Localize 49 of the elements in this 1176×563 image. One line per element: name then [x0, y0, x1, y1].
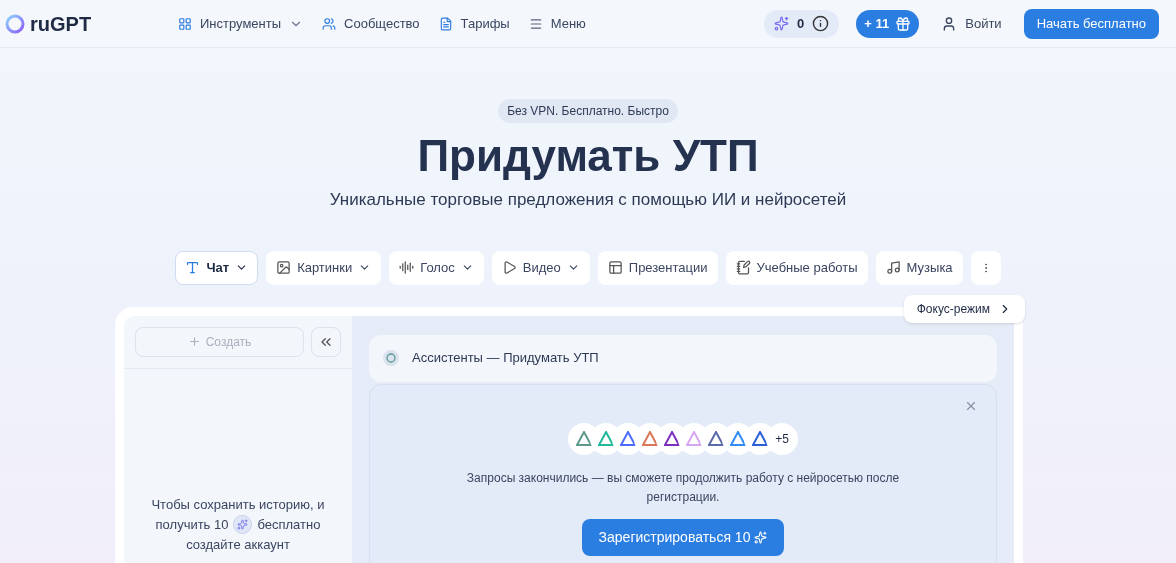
- focus-mode-button[interactable]: Фокус-режим: [903, 294, 1025, 323]
- tagline-badge: Без VPN. Бесплатно. Быстро: [498, 99, 678, 123]
- page-subtitle: Уникальные торговые предложения с помощью ИИ и нейросетей: [329, 189, 847, 211]
- more-models-count: +5: [766, 422, 798, 455]
- page-title: Придумать УТП: [417, 130, 759, 182]
- tool-icon: [399, 260, 415, 275]
- nav-icon: [178, 16, 192, 31]
- tool-icon: [607, 260, 623, 275]
- nav-link[interactable]: Сообщество: [322, 13, 420, 34]
- sparkle-icon: [774, 16, 790, 31]
- logo-icon: [5, 13, 25, 34]
- tool-tab[interactable]: Картинки: [266, 250, 382, 285]
- nav-icon: [322, 16, 337, 31]
- tool-icon: [735, 260, 751, 275]
- nav-link[interactable]: Меню: [528, 13, 586, 34]
- info-icon: [812, 15, 830, 32]
- collapse-sidebar-button[interactable]: [311, 326, 341, 357]
- account-note: бесплатно: [257, 515, 321, 534]
- balance-pill[interactable]: 0: [764, 9, 840, 38]
- tool-icon: [276, 260, 292, 275]
- tool-tab[interactable]: Презентации: [597, 250, 718, 285]
- account-note: создайте аккаунт: [186, 535, 290, 554]
- nav-icon: [438, 16, 453, 31]
- tool-icon: [885, 260, 901, 275]
- gift-icon: [895, 15, 912, 32]
- assistant-title: Ассистенты — Придумать УТП: [412, 349, 599, 368]
- account-note: получить 10: [155, 515, 229, 534]
- account-note: Чтобы сохранить историю, и: [151, 495, 325, 514]
- tool-tab[interactable]: Учебные работы: [725, 250, 868, 285]
- limit-message: Запросы закончились — вы сможете продолжить работу с нейросетью после регистрации.: [465, 469, 901, 506]
- nav-link[interactable]: Тарифы: [438, 13, 510, 34]
- sparkle-badge-icon: [233, 515, 253, 534]
- balance-count: 0: [797, 14, 805, 33]
- nav-icon: [528, 16, 543, 31]
- start-free-button[interactable]: Начать бесплатно: [1023, 8, 1159, 39]
- register-button[interactable]: Зарегистрироваться 10: [581, 518, 785, 556]
- tool-icon: [185, 260, 201, 275]
- assistant-icon: [383, 350, 399, 366]
- plus-icon: [187, 335, 201, 348]
- logo-text: ruGPT: [30, 11, 92, 37]
- tool-icon: [501, 260, 517, 275]
- sparkle-icon: [754, 530, 768, 544]
- nav-link[interactable]: Инструменты: [178, 13, 304, 34]
- tool-tab[interactable]: Видео: [491, 250, 590, 285]
- tool-tab[interactable]: Голос: [389, 250, 484, 285]
- tool-tab[interactable]: Чат: [175, 250, 259, 285]
- login-button[interactable]: Войти: [941, 13, 1002, 34]
- tool-tab[interactable]: Музыка: [875, 250, 963, 285]
- bonus-button[interactable]: + 11: [856, 9, 920, 38]
